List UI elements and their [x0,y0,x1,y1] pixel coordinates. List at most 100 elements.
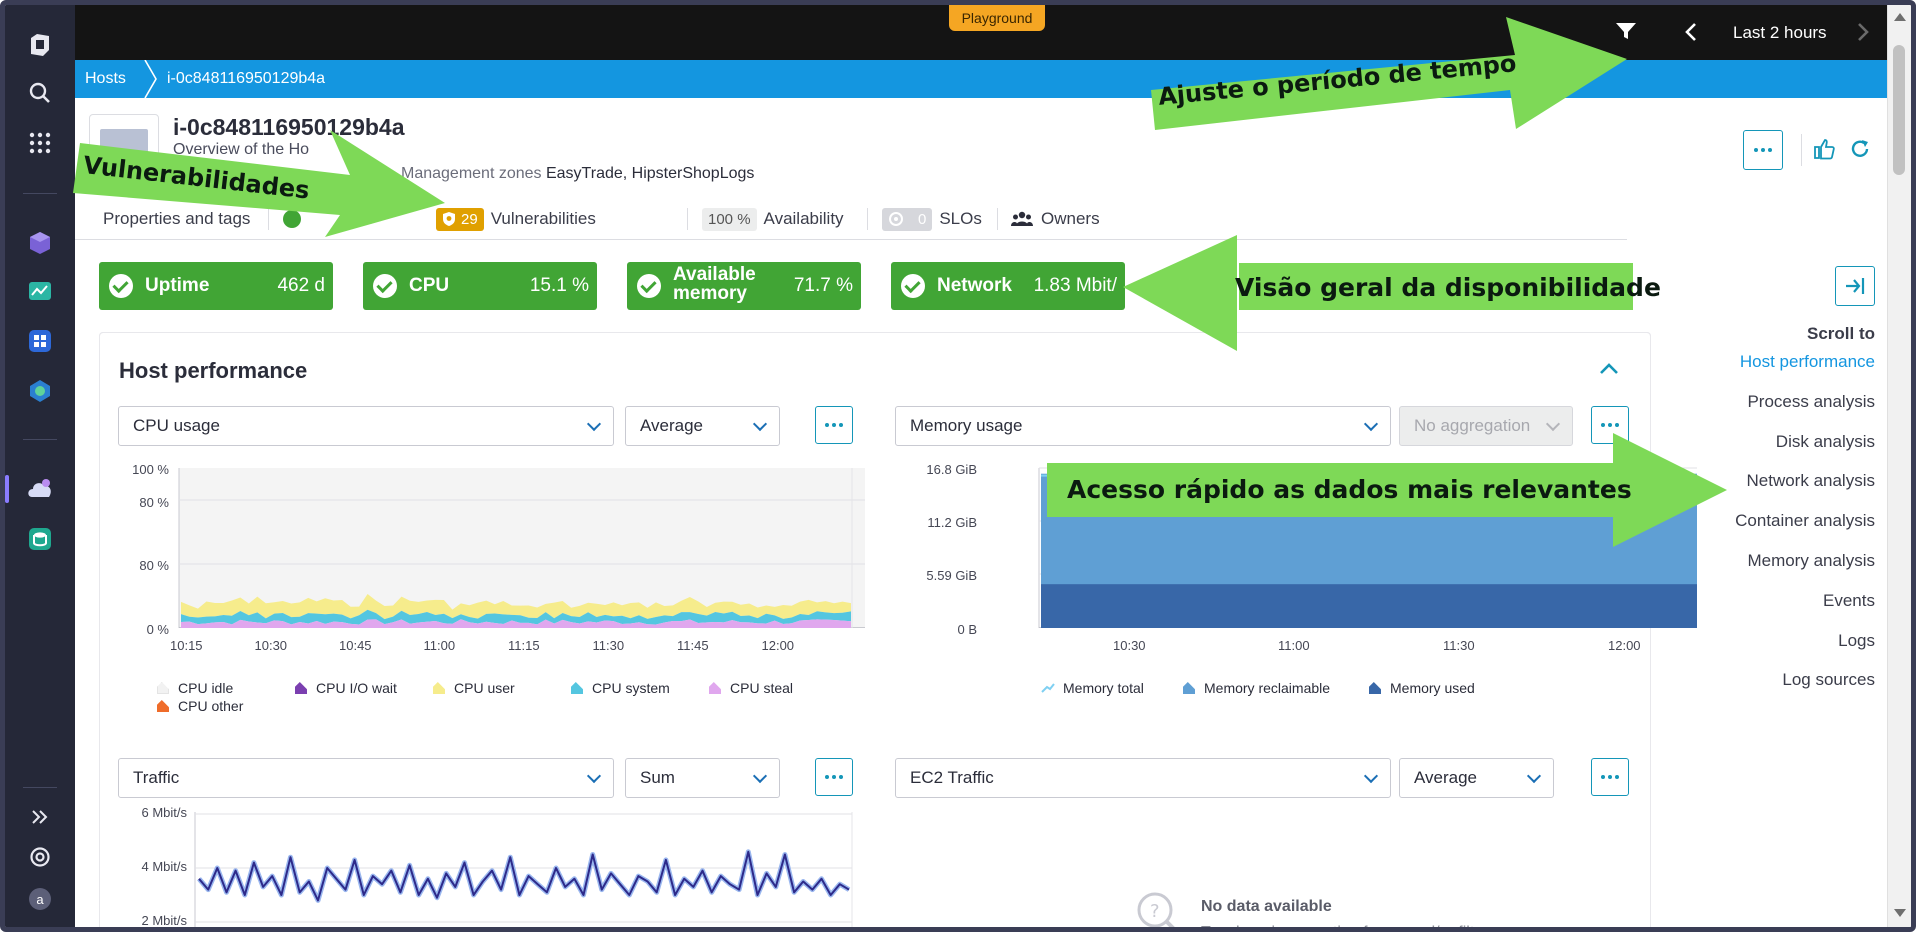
cpu-y-tick: 0 % [146,622,169,637]
subtitle-tail: k [381,165,389,182]
target-icon [889,212,903,226]
cpu-x-tick: 10:30 [254,638,288,653]
tab-availability[interactable]: 100 % Availability [702,198,844,240]
chevron-down-icon [752,416,768,432]
cpu-y-tick: 80 % [139,495,169,510]
legend-item[interactable]: CPU other [157,698,243,714]
traffic-aggregation-select[interactable]: Sum [625,758,780,798]
user-avatar[interactable]: a [24,883,56,915]
collapse-sidebar-button[interactable] [1835,266,1875,306]
scroll-to-item[interactable]: Host performance [1740,352,1875,372]
check-icon [373,274,397,298]
tab-problems[interactable]: s [283,198,374,240]
kpi-cpu[interactable]: CPU 15.1 % [363,262,597,310]
ec2-traffic-aggregation-select[interactable]: Average [1399,758,1554,798]
kpi-network[interactable]: Network 1.83 Mbit/ [891,262,1125,310]
legend-item[interactable]: CPU idle [157,680,233,696]
thumbs-up-icon[interactable] [1813,138,1835,165]
memory-y-tick: 5.59 GiB [926,568,977,583]
refresh-icon[interactable] [1849,138,1871,165]
cpu-metric-select[interactable]: CPU usage [118,406,614,446]
scroll-to-item[interactable]: Log sources [1782,670,1875,690]
chevron-down-icon [1545,416,1561,432]
legend-item[interactable]: Memory reclaimable [1183,680,1330,696]
ec2-traffic-metric-select[interactable]: EC2 Traffic [895,758,1391,798]
legend-item[interactable]: Memory used [1369,680,1475,696]
tab-slos[interactable]: 0 SLOs [882,198,982,240]
legend-item[interactable]: CPU I/O wait [295,680,397,696]
apps-grid-icon[interactable] [24,127,56,159]
next-timeframe-icon[interactable] [1857,22,1869,47]
app-cloud-icon[interactable] [24,473,56,505]
cpu-chart-menu-button[interactable] [815,406,853,444]
left-navigation: a [5,5,75,927]
ec2-chart-menu-button[interactable] [1591,758,1629,796]
check-icon [637,274,661,298]
breadcrumb-hosts[interactable]: Hosts [85,60,126,98]
app-dashboard-icon[interactable] [24,275,56,307]
cpu-aggregation-select[interactable]: Average [625,406,780,446]
cpu-usage-chart [178,468,865,628]
svg-text:?: ? [1150,901,1160,922]
annotation-availability: Visão geral da disponibilidade [1235,273,1661,302]
scroll-to-item[interactable]: Events [1823,591,1875,611]
mz-value[interactable]: EasyTrade, HipsterShopLogs [546,165,754,182]
traffic-metric-select[interactable]: Traffic [118,758,614,798]
breadcrumb-current[interactable]: i-0c848116950129b4a [167,60,325,98]
slo-badge: 0 [882,207,933,231]
tab-owners[interactable]: Owners [1011,198,1100,240]
scroll-to-item[interactable]: Process analysis [1747,392,1875,412]
scroll-to-item[interactable]: Memory analysis [1747,551,1875,571]
legend-item[interactable]: CPU user [433,680,515,696]
app-database-icon[interactable] [24,523,56,555]
tab-vulnerabilities[interactable]: 29 Vulnerabilities [436,198,596,240]
memory-aggregation-select: No aggregation [1399,406,1573,446]
dynatrace-logo-icon[interactable] [24,29,56,61]
timeframe-selector[interactable]: Last 2 hours [1733,23,1827,43]
collapse-icon[interactable] [1599,362,1619,380]
chevron-down-icon [1363,416,1379,432]
traffic-y-tick: 4 Mbit/s [141,859,187,874]
host-performance-title: Host performance [119,358,308,383]
memory-x-tick: 12:00 [1608,638,1641,653]
scroll-to-item[interactable]: Container analysis [1735,511,1875,531]
cpu-x-tick: 11:45 [677,638,709,653]
app-blocks-icon[interactable] [24,325,56,357]
vulnerabilities-badge: 29 [436,207,484,231]
kpi-uptime[interactable]: Uptime 462 d [99,262,333,310]
filter-icon[interactable] [1615,21,1637,46]
line-legend-icon [1041,683,1055,693]
page-title: i-0c848116950129b4a [173,114,405,140]
app-cube-icon[interactable] [24,227,56,259]
breadcrumb: Hosts i-0c848116950129b4a [75,60,1887,98]
previous-timeframe-icon[interactable] [1685,22,1697,47]
kpi-available-memory[interactable]: Available memory 71.7 % [627,262,861,310]
legend-item[interactable]: CPU system [571,680,670,696]
mz-label: Management zones [401,165,542,182]
annotation-quick-access: Acesso rápido as dados mais relevantes [1067,475,1632,504]
app-shield-icon[interactable] [24,375,56,407]
memory-y-tick: 16.8 GiB [926,462,977,477]
cpu-x-tick: 11:00 [423,638,456,653]
legend-item[interactable]: Memory total [1041,680,1144,696]
environment-badge: Playground [949,5,1045,31]
tab-properties-and-tags[interactable]: Properties and tags [103,198,250,240]
traffic-chart-menu-button[interactable] [815,758,853,796]
memory-chart-menu-button[interactable] [1591,406,1629,444]
no-data-icon: ? [1131,888,1191,927]
memory-metric-select[interactable]: Memory usage [895,406,1391,446]
more-actions-button[interactable] [1743,130,1783,170]
cpu-x-tick: 11:30 [592,638,625,653]
help-icon[interactable] [24,841,56,873]
legend-item[interactable]: CPU steal [709,680,793,696]
page-scrollbar[interactable] [1887,5,1911,927]
memory-x-tick: 11:30 [1443,638,1475,653]
traffic-chart [194,812,853,927]
collapse-right-icon [1846,278,1865,294]
scroll-to-item[interactable]: Logs [1838,631,1875,651]
scroll-to-item[interactable]: Network analysis [1747,471,1876,491]
owners-icon [1011,211,1033,226]
scroll-to-item[interactable]: Disk analysis [1776,432,1875,452]
search-icon[interactable] [24,77,56,109]
expand-nav-icon[interactable] [24,801,56,833]
